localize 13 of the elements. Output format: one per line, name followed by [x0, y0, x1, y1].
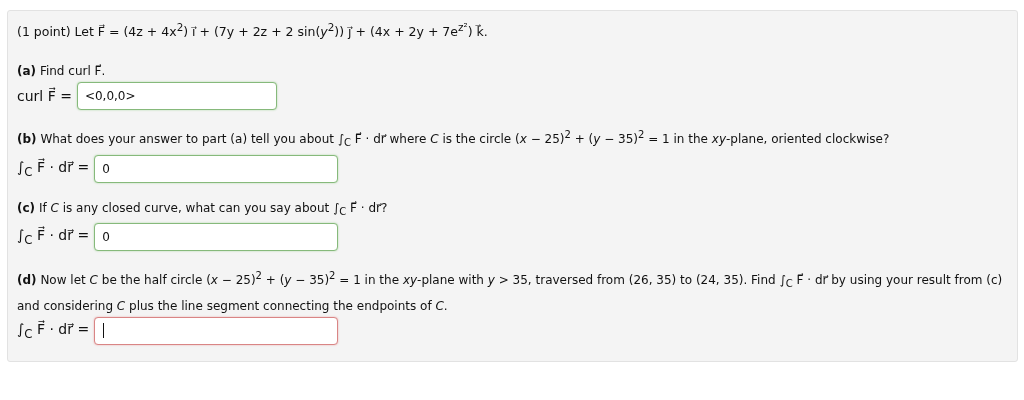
question-text: (a) Find curl F⃗.: [17, 63, 107, 81]
answer-field[interactable]: 0: [94, 154, 339, 183]
problem-statement: (1 point) Let F⃗ = (4z + 4x$^{2}$) i⃗ + (7y + 2z + 2 sin(y$^{2}$)) j⃗ + (4x + 2y + 7e$^{z²}$) k⃗.: [17, 20, 489, 42]
answer-field[interactable]: <0,0,0>: [76, 82, 277, 111]
answer-field[interactable]: [94, 317, 339, 346]
answer-label: ∫$_{C}$ F⃗ · dr⃗ =: [17, 227, 90, 247]
question-text: (b) What does your answer to part (a) tell you about ∫$_{C}$ F⃗ · dr⃗ where C is the circle (x − 25)$^{2}$ + (y − 35)$^{2}$ = 1 in the xy-plane, oriented clockwise?: [17, 128, 891, 151]
question-text: (c) If C is any closed curve, what can you say about ∫$_{C}$ F⃗ · dr⃗?: [17, 199, 389, 219]
answer-label: ∫$_{C}$ F⃗ · dr⃗ =: [17, 158, 90, 179]
answer-label: ∫$_{C}$ F⃗ · dr⃗ =: [17, 321, 90, 342]
answer-label: curl F⃗ =: [17, 88, 72, 105]
question-text: (d) Now let C be the half circle (x − 25)$^{2}$ + (y − 35)$^{2}$ = 1 in the xy-plane with y > 35, traversed from (26, 35) to (24, 35). Find ∫$_{C}$ F⃗ · dr⃗ by using your result from (c) and considering C plus the line segment connecting the endpoints of C.: [17, 268, 1004, 316]
answer-field[interactable]: 0: [94, 222, 339, 251]
